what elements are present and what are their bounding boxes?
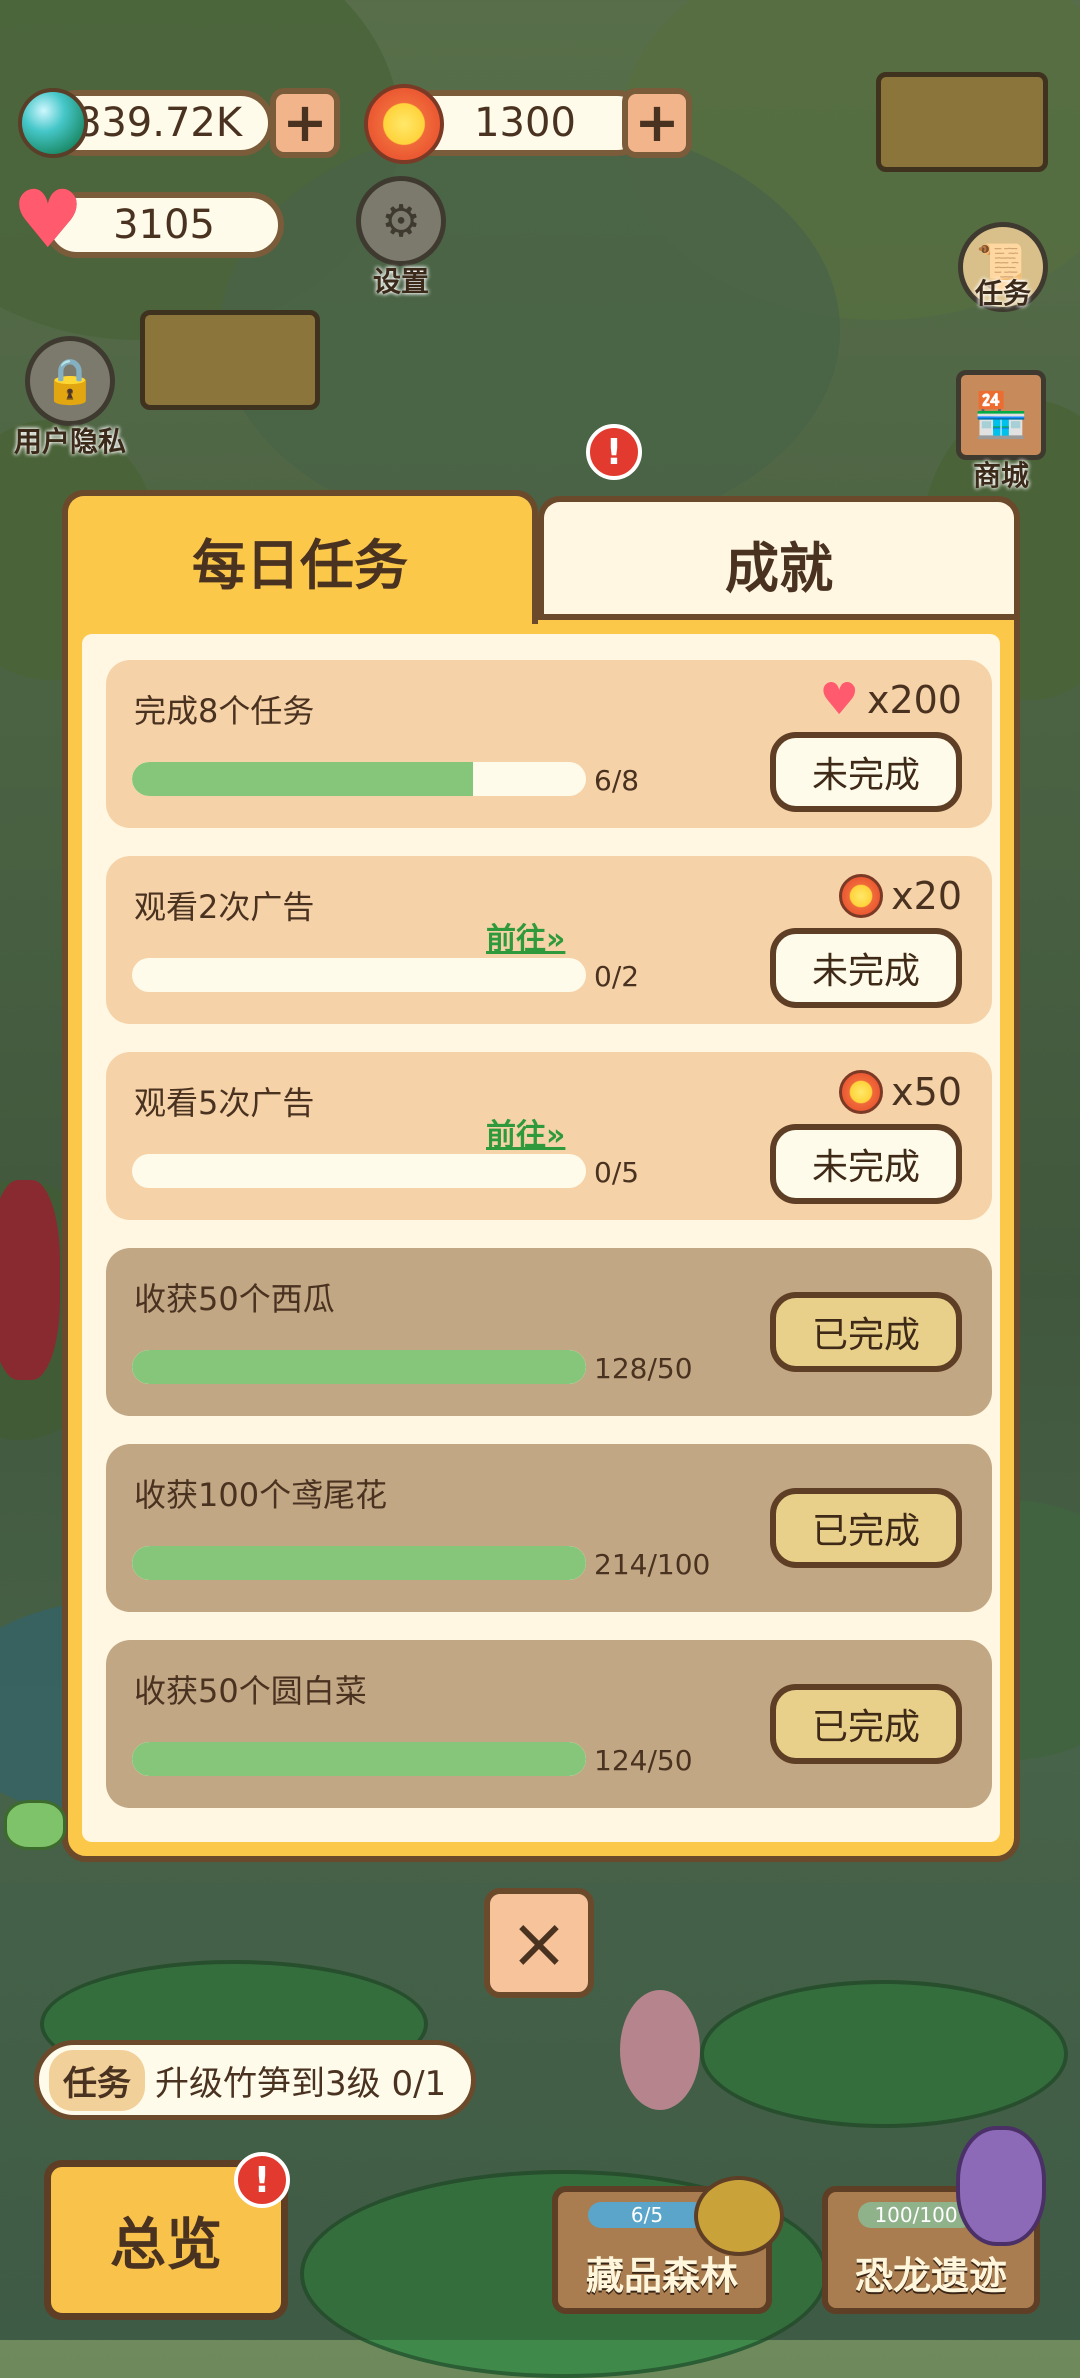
sun-icon [839,1070,884,1114]
reward-amount: x20 [891,874,962,918]
settings-button[interactable]: ⚙ 设置 [356,176,446,300]
tab-daily-tasks[interactable]: 每日任务 [62,490,538,624]
task-item: 观看2次广告 前往» 0/2 x20 未完成 [106,856,992,1024]
heart-icon: ♥ [819,674,859,725]
settings-label: 设置 [372,265,429,298]
task-reward: ♥ x200 [819,674,962,725]
task-status-button[interactable]: 未完成 [770,1124,962,1204]
task-progress-bar [132,1350,586,1384]
goto-link[interactable]: 前往» [486,914,565,958]
shop-stall-icon: 🏪 [956,370,1046,460]
gem-icon [18,88,88,158]
privacy-button[interactable]: 🔒 用户隐私 [14,336,126,460]
mission-text: 升级竹笋到3级 0/1 [155,2063,447,2104]
task-progress-text: 128/50 [594,1352,693,1385]
close-icon: × [509,1902,569,1984]
task-reward: x20 [839,874,962,918]
task-list[interactable]: 完成8个任务 6/8 ♥ x200 未完成 观看2次广告 前往» 0/2 x20 [82,634,1000,1842]
gear-icon: ⚙ [356,176,446,266]
dino-ruins-label: 恐龙遗迹 [854,2254,1007,2298]
task-status-button[interactable]: 已完成 [770,1488,962,1568]
task-name: 观看5次广告 [134,1084,315,1122]
frog-icon [4,1800,66,1850]
mission-tag: 任务 [49,2049,145,2111]
task-progress-bar [132,958,586,992]
task-name: 收获50个西瓜 [134,1280,335,1318]
task-reward: x50 [839,1070,962,1114]
task-progress-text: 124/50 [594,1744,693,1777]
task-progress-text: 6/8 [594,764,640,797]
shop-button[interactable]: 🏪 商城 [956,370,1046,494]
reward-amount: x50 [891,1070,962,1114]
overview-alert-badge: ! [234,2152,290,2208]
overview-label: 总览 [110,2212,222,2278]
eggplant-mascot-icon [956,2126,1046,2246]
task-panel: 完成8个任务 6/8 ♥ x200 未完成 观看2次广告 前往» 0/2 x20 [62,614,1020,1862]
task-item: 观看5次广告 前往» 0/5 x50 未完成 [106,1052,992,1220]
alert-badge: ! [586,424,642,480]
tasks-button[interactable]: 📜 任务 [958,222,1048,312]
task-status-button[interactable]: 未完成 [770,928,962,1008]
task-progress-bar [132,1546,586,1580]
sun-icon [839,874,884,918]
tab-achievements[interactable]: 成就 [538,496,1020,624]
collection-progress-bar: 6/5 [588,2202,706,2228]
close-button[interactable]: × [484,1888,594,1998]
task-item: 完成8个任务 6/8 ♥ x200 未完成 [106,660,992,828]
add-suns-button[interactable]: + [622,88,692,158]
lock-icon: 🔒 [25,336,115,426]
tasks-label: 任务 [974,277,1031,310]
task-progress-bar [132,1742,586,1776]
heart-icon: ♥ [12,173,84,266]
task-name: 收获100个鸢尾花 [134,1476,388,1514]
collection-progress-text: 6/5 [630,2203,664,2227]
task-status-button[interactable]: 未完成 [770,732,962,812]
task-progress-bar [132,762,586,796]
task-item: 收获50个西瓜 128/50 已完成 [106,1248,992,1416]
task-item: 收获100个鸢尾花 214/100 已完成 [106,1444,992,1612]
potato-mascot-icon [694,2176,784,2256]
task-progress-text: 0/5 [594,1156,640,1189]
task-progress-text: 214/100 [594,1548,711,1581]
current-mission-bar[interactable]: 任务 升级竹笋到3级 0/1 [34,2040,476,2120]
task-status-button[interactable]: 已完成 [770,1684,962,1764]
task-progress-bar [132,1154,586,1188]
goto-link[interactable]: 前往» [486,1110,565,1154]
task-progress-text: 0/2 [594,960,640,993]
task-name: 完成8个任务 [134,692,315,730]
task-name: 收获50个圆白菜 [134,1672,367,1710]
sun-icon [364,84,444,164]
reward-amount: x200 [866,678,962,722]
task-status-button[interactable]: 已完成 [770,1292,962,1372]
privacy-label: 用户隐私 [14,425,127,458]
shop-label: 商城 [972,459,1029,492]
add-gems-button[interactable]: + [270,88,340,158]
task-item: 收获50个圆白菜 124/50 已完成 [106,1640,992,1808]
task-name: 观看2次广告 [134,888,315,926]
daily-tasks-dialog: 每日任务 成就 完成8个任务 6/8 ♥ x200 未完成 观看2次广告 前往»… [62,490,1020,1862]
